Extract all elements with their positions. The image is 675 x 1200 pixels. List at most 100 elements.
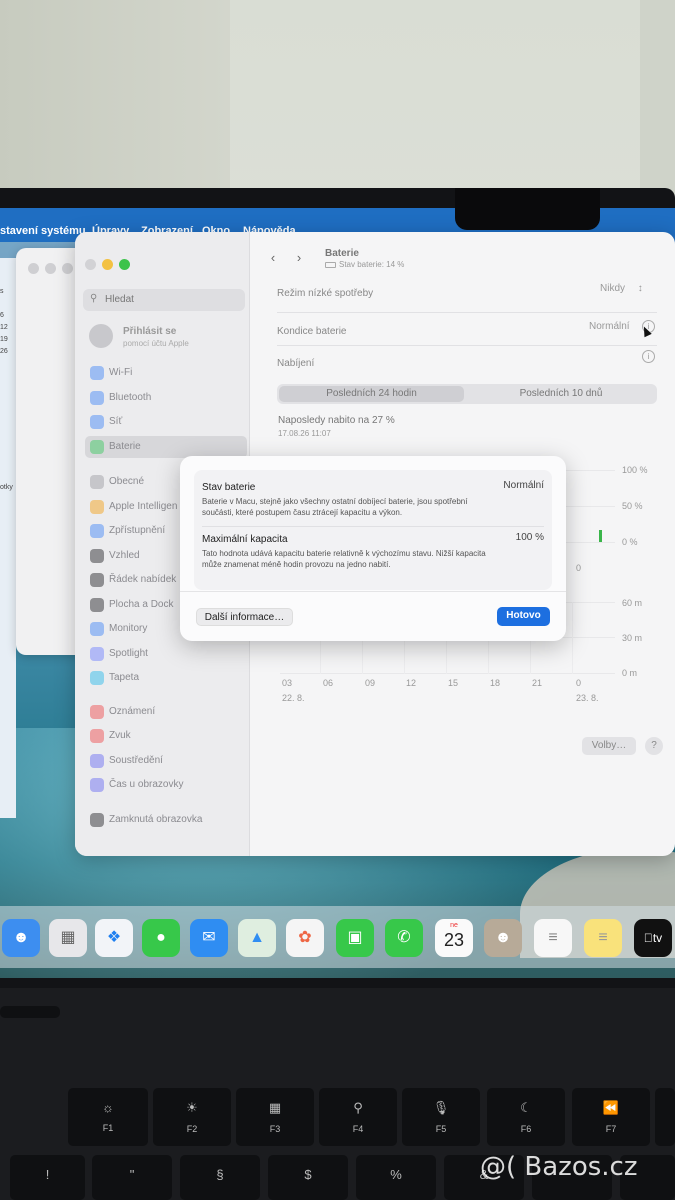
sidebar-item-icon bbox=[90, 415, 104, 429]
done-button[interactable]: Hotovo bbox=[497, 607, 550, 626]
brightness-down-icon: ☼ bbox=[102, 1100, 114, 1115]
chart-gridline bbox=[280, 673, 615, 674]
apple-tv-label: tv bbox=[648, 931, 662, 945]
reminders-icon[interactable]: ≡ bbox=[534, 919, 572, 957]
photos-icon[interactable]: ✿ bbox=[286, 919, 324, 957]
sidebar-item-spotlight[interactable]: Spotlight bbox=[85, 643, 247, 665]
key-label: F3 bbox=[269, 1124, 281, 1134]
key-f6[interactable]: ☾ F6 bbox=[487, 1088, 565, 1146]
sidebar-item-wi-fi[interactable]: Wi-Fi bbox=[85, 362, 247, 384]
x-tick-label: 21 bbox=[532, 678, 543, 688]
sidebar-item-label: Zvuk bbox=[109, 730, 131, 741]
sidebar-item-label: Plocha a Dock bbox=[109, 599, 174, 610]
wall-background-right bbox=[640, 0, 675, 205]
phone-icon[interactable]: ✆ bbox=[385, 919, 423, 957]
sidebar-item-baterie[interactable]: Baterie bbox=[85, 436, 247, 458]
usage-axis-label: 0 m bbox=[622, 668, 638, 678]
charging-info-icon[interactable]: i bbox=[642, 350, 655, 363]
sidebar-item-zamknutá-obrazovka[interactable]: Zamknutá obrazovka bbox=[85, 809, 247, 831]
x-tick-label: 06 bbox=[323, 678, 334, 688]
window-close-dot[interactable] bbox=[28, 263, 39, 274]
messages-icon[interactable]: ● bbox=[142, 919, 180, 957]
edge-text: s bbox=[0, 288, 4, 295]
menu-app-name[interactable]: stavení systému bbox=[0, 225, 86, 237]
calendar-icon[interactable]: ne 23 bbox=[435, 919, 473, 957]
tab-last-24-hours[interactable]: Posledních 24 hodin bbox=[279, 386, 464, 402]
maps-icon[interactable]: ▲ bbox=[238, 919, 276, 957]
account-name: Přihlásit se bbox=[123, 326, 177, 337]
tab-last-10-days[interactable]: Posledních 10 dnů bbox=[467, 386, 655, 402]
updown-chevron-icon: ↕ bbox=[637, 283, 643, 294]
page-title: Baterie bbox=[325, 248, 359, 259]
sidebar-item-label: Oznámení bbox=[109, 706, 156, 717]
window-minimize-dot[interactable] bbox=[45, 263, 56, 274]
key-5[interactable]: % bbox=[356, 1155, 436, 1200]
sidebar-item-label: Bluetooth bbox=[109, 392, 152, 403]
key-f4[interactable]: ⚲ F4 bbox=[319, 1088, 397, 1146]
key-f8-edge bbox=[655, 1088, 675, 1146]
key-f7[interactable]: ⏪ F7 bbox=[572, 1088, 650, 1146]
sidebar-item-tapeta[interactable]: Tapeta bbox=[85, 667, 247, 689]
sidebar-item-oznámení[interactable]: Oznámení bbox=[85, 701, 247, 723]
sidebar-item-icon bbox=[90, 391, 104, 405]
screen: stavení systému Úpravy Zobrazení Okno Ná… bbox=[0, 208, 675, 978]
sidebar-item-icon bbox=[90, 598, 104, 612]
key-label: F6 bbox=[520, 1124, 532, 1134]
more-info-button[interactable]: Další informace… bbox=[196, 608, 293, 626]
camera-notch bbox=[455, 188, 600, 230]
forward-button[interactable]: › bbox=[288, 250, 310, 272]
sidebar-item-label: Apple Intelligen bbox=[109, 501, 178, 512]
help-button[interactable]: ? bbox=[645, 737, 663, 755]
key-2[interactable]: " bbox=[92, 1155, 172, 1200]
battery-icon bbox=[325, 261, 336, 268]
key-f3[interactable]: ▦ F3 bbox=[236, 1088, 314, 1146]
dialog-info-card: Stav baterie Normální Baterie v Macu, st… bbox=[194, 470, 552, 590]
key-3[interactable]: § bbox=[180, 1155, 260, 1200]
key-4[interactable]: $ bbox=[268, 1155, 348, 1200]
notes-icon[interactable]: ≡ bbox=[584, 919, 622, 957]
sidebar-item-síť[interactable]: Síť bbox=[85, 411, 247, 433]
search-icon: ⚲ bbox=[90, 293, 98, 304]
sidebar-item-čas-u-obrazovky[interactable]: Čas u obrazovky bbox=[85, 774, 247, 796]
sidebar-item-bluetooth[interactable]: Bluetooth bbox=[85, 387, 247, 409]
key-label: F4 bbox=[352, 1124, 364, 1134]
x-tick-label: 03 bbox=[282, 678, 293, 688]
zoom-button[interactable] bbox=[119, 259, 130, 270]
key-label: F1 bbox=[102, 1123, 114, 1133]
divider bbox=[277, 312, 657, 313]
max-capacity-heading: Maximální kapacita bbox=[202, 534, 288, 545]
low-power-select[interactable]: Nikdy ↕ bbox=[600, 283, 643, 294]
key-label: $ bbox=[304, 1167, 312, 1182]
key-f1[interactable]: ☼ F1 bbox=[68, 1088, 148, 1146]
search-input[interactable]: ⚲ Hledat bbox=[83, 289, 245, 311]
back-button[interactable]: ‹ bbox=[262, 250, 284, 272]
edge-text: otky bbox=[0, 484, 13, 491]
key-1[interactable]: ! bbox=[10, 1155, 85, 1200]
sidebar-item-label: Čas u obrazovky bbox=[109, 779, 184, 790]
apple-tv-icon[interactable]: tv bbox=[634, 919, 672, 957]
sidebar-item-zvuk[interactable]: Zvuk bbox=[85, 725, 247, 747]
key-f2[interactable]: ☀ F2 bbox=[153, 1088, 231, 1146]
minimize-button[interactable] bbox=[102, 259, 113, 270]
sidebar-item-soustředění[interactable]: Soustředění bbox=[85, 750, 247, 772]
x-tick-label: 0 bbox=[576, 678, 582, 688]
window-zoom-dot[interactable] bbox=[62, 263, 73, 274]
safari-icon[interactable]: ❖ bbox=[95, 919, 133, 957]
edge-text: 19 bbox=[0, 336, 8, 343]
finder-icon[interactable]: ☻ bbox=[2, 919, 40, 957]
key-f5[interactable]: 🎙 F5 bbox=[402, 1088, 480, 1146]
sidebar-item-icon bbox=[90, 622, 104, 636]
launchpad-icon[interactable]: ▦ bbox=[49, 919, 87, 957]
mail-icon[interactable]: ✉ bbox=[190, 919, 228, 957]
key-escape-edge bbox=[0, 1006, 60, 1018]
contacts-icon[interactable]: ☻ bbox=[484, 919, 522, 957]
options-button[interactable]: Volby… bbox=[582, 737, 636, 755]
moon-icon: ☾ bbox=[520, 1100, 532, 1115]
facetime-icon[interactable]: ▣ bbox=[336, 919, 374, 957]
last-charged-text: Naposledy nabito na 27 % bbox=[278, 415, 395, 426]
usage-axis-label: 60 m bbox=[622, 598, 643, 608]
close-button[interactable] bbox=[85, 259, 96, 270]
sidebar-item-icon bbox=[90, 524, 104, 538]
sidebar-item-label: Zpřístupnění bbox=[109, 525, 166, 536]
key-label: ! bbox=[45, 1167, 50, 1182]
